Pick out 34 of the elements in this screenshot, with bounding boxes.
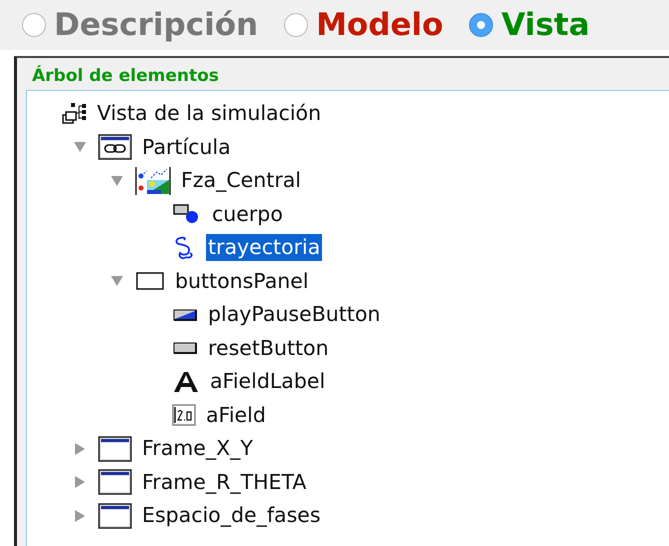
collapse-arrow-icon[interactable] — [74, 141, 86, 154]
tree-item[interactable]: aField — [204, 402, 268, 429]
tree-item[interactable]: Fza_Central — [179, 167, 304, 194]
plot-panel-icon — [135, 166, 171, 196]
collapse-arrow-icon[interactable] — [111, 174, 123, 187]
radio-tab[interactable]: Descripción — [22, 7, 258, 43]
tree-item[interactable]: Partícula — [140, 134, 233, 161]
window-icon — [98, 469, 132, 496]
window-icon — [98, 436, 132, 462]
expand-arrow-icon[interactable] — [74, 510, 86, 522]
tree-item[interactable]: Frame_R_THETA — [140, 468, 308, 496]
tree-item[interactable]: Espacio_de_fases — [140, 502, 323, 530]
window-icon — [98, 502, 132, 529]
text-field-icon — [172, 404, 196, 426]
expand-arrow-icon[interactable] — [74, 442, 86, 455]
radio-tab[interactable]: Vista — [469, 7, 590, 43]
letter-icon — [172, 370, 200, 394]
button-icon — [172, 340, 198, 356]
tree-item[interactable]: Vista de la simulación — [95, 100, 324, 128]
tree-item[interactable]: cuerpo — [210, 200, 285, 228]
panel-icon — [135, 270, 165, 292]
tree-item[interactable]: playPauseButton — [206, 301, 382, 328]
tree-item[interactable]: trayectoria — [206, 234, 322, 262]
tree-item[interactable]: Frame_X_Y — [140, 435, 255, 462]
tree-item[interactable]: resetButton — [206, 334, 331, 362]
collapse-arrow-icon[interactable] — [111, 275, 123, 288]
radio-tab[interactable]: Modelo — [284, 7, 444, 43]
window-icon — [98, 134, 132, 160]
button-icon — [172, 306, 198, 323]
tree-item[interactable]: buttonsPanel — [173, 268, 311, 295]
panel-title: Árbol de elementos — [31, 64, 219, 88]
hierarchy-icon — [61, 100, 87, 127]
tree-item[interactable]: aFieldLabel — [208, 368, 328, 396]
expand-arrow-icon[interactable] — [74, 476, 86, 488]
